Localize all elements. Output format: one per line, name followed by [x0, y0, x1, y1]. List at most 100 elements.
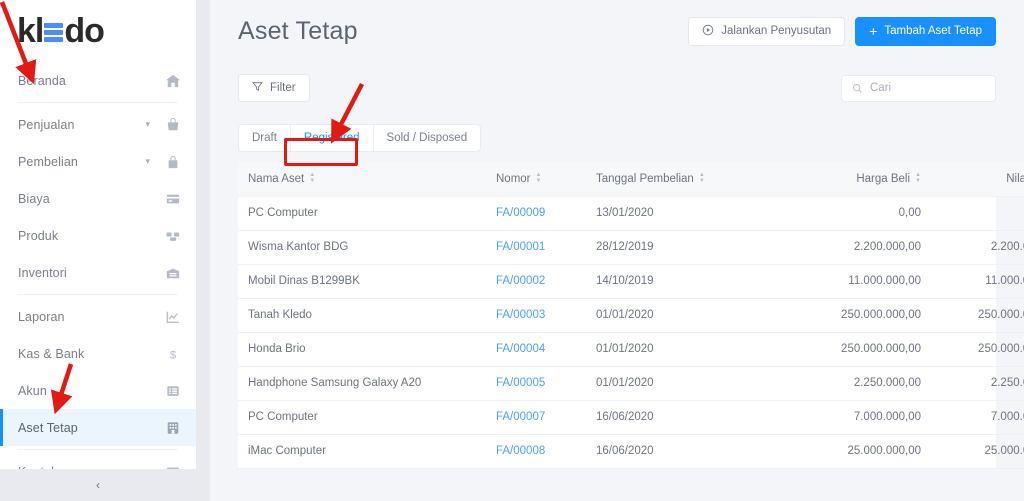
asset-link[interactable]: FA/00009 — [496, 207, 545, 219]
cell-tanggal: 28/12/2019 — [586, 230, 786, 264]
asset-link[interactable]: FA/00004 — [496, 343, 545, 355]
chart-icon — [162, 310, 180, 324]
asset-link[interactable]: FA/00003 — [496, 309, 545, 321]
table-body: PC Computer FA/00009 13/01/2020 0,00 0,0… — [238, 196, 1024, 468]
cell-nama-aset: Tanah Kledo — [238, 298, 486, 332]
main-content: Aset Tetap Jalankan Penyusutan + Tambah … — [210, 0, 1024, 501]
sidebar-item-inventori[interactable]: Inventori — [0, 254, 196, 291]
cell-tanggal: 01/01/2020 — [586, 366, 786, 400]
header-actions: Jalankan Penyusutan + Tambah Aset Tetap — [688, 17, 996, 46]
table-row[interactable]: Mobil Dinas B1299BK FA/00002 14/10/2019 … — [238, 264, 1024, 298]
sidebar-item-label: Inventori — [18, 266, 162, 280]
cell-harga-beli: 2.200.000,00 — [786, 230, 931, 264]
sidebar-item-beranda[interactable]: Beranda — [0, 62, 196, 99]
page-title: Aset Tetap — [238, 17, 358, 46]
asset-link[interactable]: FA/00005 — [496, 377, 545, 389]
column-header-nomor[interactable]: Nomor▲▼ — [486, 162, 586, 196]
sidebar-item-label: Pembelian — [18, 155, 145, 169]
search-box[interactable] — [841, 75, 996, 102]
cell-nama-aset: Mobil Dinas B1299BK — [238, 264, 486, 298]
table-row[interactable]: Handphone Samsung Galaxy A20 FA/00005 01… — [238, 366, 1024, 400]
sort-icon: ▲▼ — [699, 173, 705, 184]
sidebar-item-akun[interactable]: Akun — [0, 372, 196, 409]
column-label: Nilai Buku — [1006, 173, 1024, 185]
filter-button[interactable]: Filter — [238, 74, 310, 102]
sidebar-item-biaya[interactable]: Biaya — [0, 180, 196, 217]
filter-label: Filter — [270, 82, 296, 94]
dollar-icon: $ — [162, 347, 180, 361]
cell-nilai-buku: 7.000.000,00 — [931, 400, 1024, 434]
tab-registered[interactable]: Registered — [291, 125, 374, 151]
cell-nomor[interactable]: FA/00001 — [486, 230, 586, 264]
table-row[interactable]: Honda Brio FA/00004 01/01/2020 250.000.0… — [238, 332, 1024, 366]
sidebar-item-pembelian[interactable]: Pembelian ▾ — [0, 143, 196, 180]
cell-nomor[interactable]: FA/00007 — [486, 400, 586, 434]
sidebar-divider — [18, 449, 178, 450]
cell-nomor[interactable]: FA/00008 — [486, 434, 586, 468]
contact-icon — [162, 465, 180, 470]
brand-text-right: do — [64, 14, 104, 48]
play-circle-icon — [702, 24, 714, 39]
sidebar-item-kontak[interactable]: Kontak — [0, 453, 196, 469]
status-tabs: Draft Registered Sold / Disposed — [238, 124, 481, 152]
cell-tanggal: 13/01/2020 — [586, 196, 786, 230]
sidebar-item-aset-tetap[interactable]: Aset Tetap — [0, 409, 196, 446]
sidebar-item-label: Aset Tetap — [18, 421, 162, 435]
add-aset-tetap-label: Tambah Aset Tetap — [884, 25, 982, 37]
home-icon — [162, 74, 180, 88]
asset-link[interactable]: FA/00001 — [496, 241, 545, 253]
products-icon — [162, 229, 180, 243]
table-row[interactable]: Wisma Kantor BDG FA/00001 28/12/2019 2.2… — [238, 230, 1024, 264]
cell-nomor[interactable]: FA/00002 — [486, 264, 586, 298]
assets-table: Nama Aset▲▼ Nomor▲▼ Tanggal Pembelian▲▼ … — [238, 162, 1024, 469]
column-header-nilai-buku: Nilai Buku — [931, 162, 1024, 196]
table-row[interactable]: Tanah Kledo FA/00003 01/01/2020 250.000.… — [238, 298, 1024, 332]
tabs-row: Draft Registered Sold / Disposed — [238, 114, 996, 162]
sidebar-item-laporan[interactable]: Laporan — [0, 298, 196, 335]
cell-nama-aset: PC Computer — [238, 196, 486, 230]
sidebar-collapse-button[interactable]: ‹ — [0, 469, 196, 501]
cell-tanggal: 16/06/2020 — [586, 434, 786, 468]
sidebar-item-label: Beranda — [18, 74, 162, 88]
chevron-down-icon: ▾ — [145, 156, 150, 167]
sidebar-item-label: Biaya — [18, 192, 162, 206]
cell-nomor[interactable]: FA/00009 — [486, 196, 586, 230]
cell-tanggal: 14/10/2019 — [586, 264, 786, 298]
brand-logo[interactable]: kl do — [0, 0, 196, 62]
run-depreciation-button[interactable]: Jalankan Penyusutan — [688, 17, 845, 46]
cell-tanggal: 16/06/2020 — [586, 400, 786, 434]
cell-nomor[interactable]: FA/00003 — [486, 298, 586, 332]
column-header-nama-aset[interactable]: Nama Aset▲▼ — [238, 162, 486, 196]
search-icon — [852, 83, 863, 94]
cell-harga-beli: 250.000.000,00 — [786, 298, 931, 332]
search-input[interactable] — [870, 82, 985, 94]
column-header-harga-beli[interactable]: Harga Beli▲▼ — [786, 162, 931, 196]
svg-text:$: $ — [170, 349, 177, 361]
cell-harga-beli: 11.000.000,00 — [786, 264, 931, 298]
sidebar-item-produk[interactable]: Produk — [0, 217, 196, 254]
tab-draft[interactable]: Draft — [239, 125, 291, 151]
cell-nomor[interactable]: FA/00005 — [486, 366, 586, 400]
sidebar-item-kas-bank[interactable]: Kas & Bank $ — [0, 335, 196, 372]
sidebar-gutter — [196, 0, 210, 501]
table-row[interactable]: PC Computer FA/00007 16/06/2020 7.000.00… — [238, 400, 1024, 434]
asset-link[interactable]: FA/00008 — [496, 445, 545, 457]
sidebar-item-penjualan[interactable]: Penjualan ▾ — [0, 106, 196, 143]
cell-nama-aset: Handphone Samsung Galaxy A20 — [238, 366, 486, 400]
sidebar-nav: Beranda Penjualan ▾ Pembelian ▾ — [0, 62, 196, 469]
sidebar-item-label: Kontak — [18, 465, 162, 470]
add-aset-tetap-button[interactable]: + Tambah Aset Tetap — [855, 17, 996, 46]
run-depreciation-label: Jalankan Penyusutan — [721, 25, 831, 37]
cell-nilai-buku: 250.000.000,00 — [931, 298, 1024, 332]
asset-link[interactable]: FA/00007 — [496, 411, 545, 423]
column-label: Tanggal Pembelian — [596, 173, 694, 185]
search-container — [841, 75, 996, 102]
cell-nomor[interactable]: FA/00004 — [486, 332, 586, 366]
tab-sold-disposed[interactable]: Sold / Disposed — [374, 125, 481, 151]
sort-icon: ▲▼ — [536, 173, 542, 184]
sidebar-divider — [18, 102, 178, 103]
column-header-tanggal-pembelian[interactable]: Tanggal Pembelian ▲▼ — [586, 162, 786, 196]
table-row[interactable]: PC Computer FA/00009 13/01/2020 0,00 0,0… — [238, 196, 1024, 230]
asset-link[interactable]: FA/00002 — [496, 275, 545, 287]
table-row[interactable]: iMac Computer FA/00008 16/06/2020 25.000… — [238, 434, 1024, 468]
